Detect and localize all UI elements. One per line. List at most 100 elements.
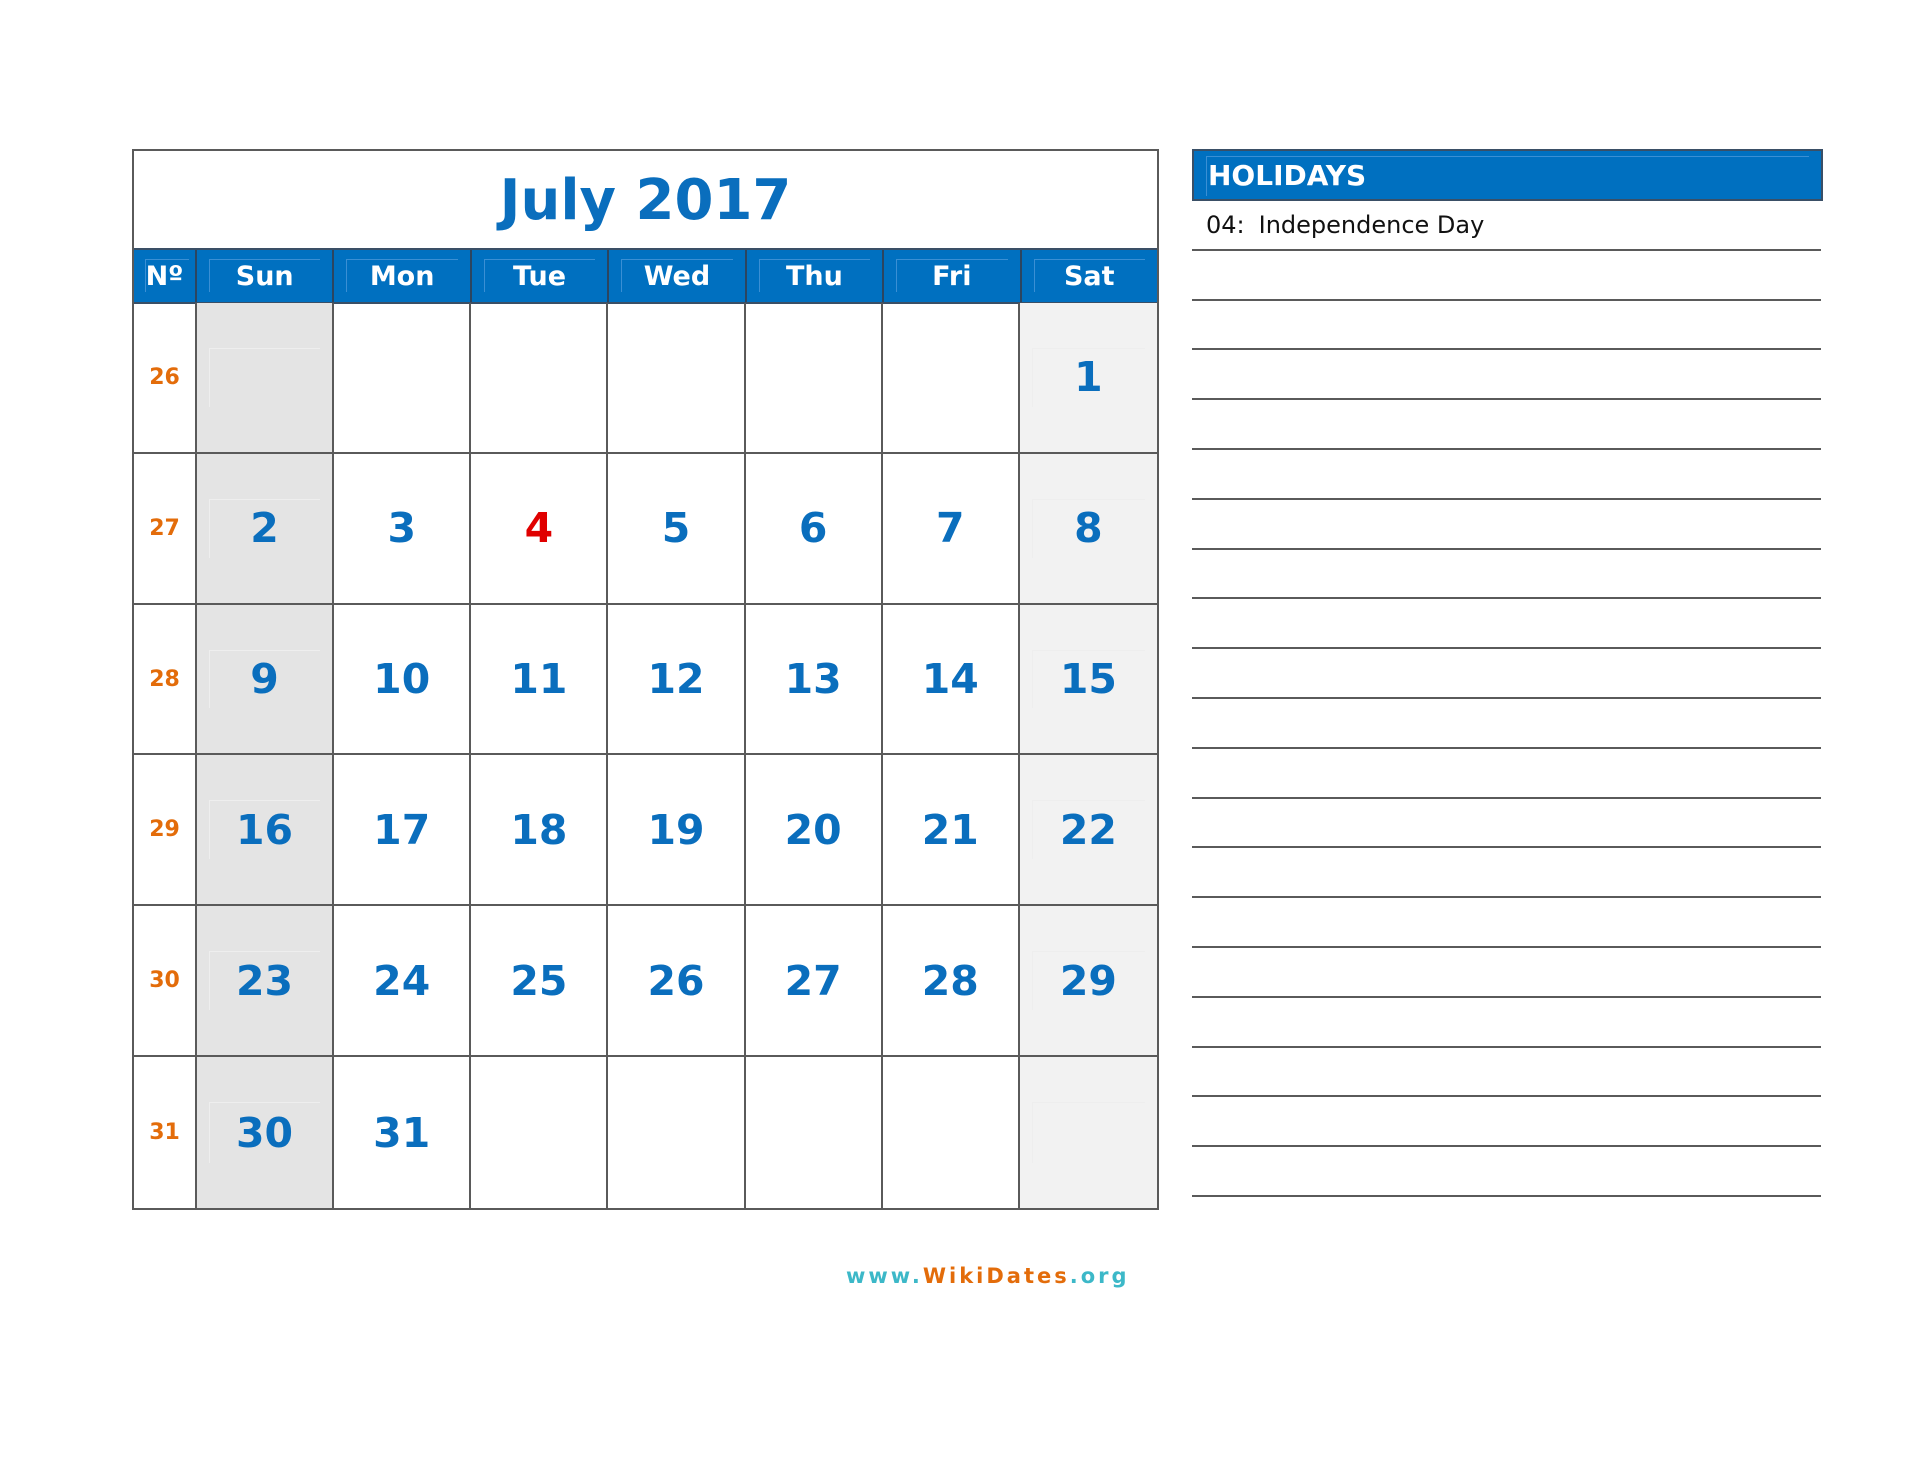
day-number: 9 [250, 655, 279, 704]
day-cell[interactable]: 26 [608, 906, 746, 1058]
empty-day-cell [608, 1057, 746, 1208]
header-sat: Sat [1022, 250, 1157, 302]
blank-note-line [1192, 350, 1821, 401]
day-cell[interactable]: 10 [334, 604, 472, 756]
calendar-grid: 26 1 27 2 3 4 5 6 7 8 28 9 10 11 12 13 14 15 29 16 17 18 19 20 2… [134, 303, 1157, 1208]
day-number: 19 [647, 805, 705, 854]
week-number: 28 [149, 666, 180, 692]
day-cell[interactable]: 25 [471, 906, 609, 1058]
day-cell[interactable]: 1 [1019, 303, 1157, 454]
blank-note-line [1192, 550, 1821, 600]
header-tue: Tue [472, 250, 610, 302]
day-cell[interactable]: 13 [745, 604, 883, 756]
blank-note-line [1192, 450, 1821, 500]
day-number: 26 [647, 956, 705, 1005]
day-cell[interactable]: 7 [882, 453, 1020, 605]
week-number-cell: 31 [134, 1057, 197, 1208]
week-number: 27 [149, 515, 180, 541]
day-cell[interactable]: 3 [334, 453, 472, 605]
day-number: 14 [921, 655, 979, 704]
week-number-cell: 26 [134, 303, 197, 454]
blank-note-line [1192, 649, 1821, 699]
day-cell[interactable]: 16 [197, 755, 335, 907]
month-title: July 2017 [499, 167, 792, 233]
header-wed: Wed [609, 250, 747, 302]
day-number: 30 [236, 1108, 294, 1157]
footer-website[interactable]: www.WikiDates.org [846, 1264, 1130, 1288]
day-number: 22 [1059, 805, 1117, 854]
blank-note-line [1192, 500, 1821, 550]
weekday-label: Fri [932, 260, 972, 292]
week-number-cell: 27 [134, 453, 197, 605]
day-cell[interactable]: 2 [197, 453, 335, 605]
day-number: 29 [1059, 956, 1117, 1005]
blank-note-line [1192, 749, 1821, 799]
day-cell[interactable]: 24 [334, 906, 472, 1058]
week-number: 30 [149, 968, 180, 994]
month-calendar: July 2017 Nº Sun Mon Tue Wed Thu Fri Sat 26 1 27 2… [132, 149, 1159, 1210]
day-cell[interactable]: 17 [334, 755, 472, 907]
week-number-cell: 28 [134, 604, 197, 756]
week-number: 26 [149, 364, 180, 390]
day-number: 16 [236, 805, 294, 854]
day-number: 4 [524, 504, 554, 553]
day-cell[interactable]: 30 [197, 1057, 335, 1208]
header-thu: Thu [747, 250, 885, 302]
day-number: 7 [936, 504, 965, 553]
day-number: 23 [236, 956, 294, 1005]
day-cell[interactable]: 5 [608, 453, 746, 605]
blank-note-line [1192, 251, 1821, 301]
blank-note-line [1192, 799, 1821, 849]
empty-day-cell [334, 303, 472, 454]
holiday-date: 04: [1206, 210, 1245, 239]
day-cell[interactable]: 14 [882, 604, 1020, 756]
day-number: 24 [373, 956, 431, 1005]
day-number: 18 [510, 805, 568, 854]
day-number: 10 [373, 655, 431, 704]
day-cell[interactable]: 31 [334, 1057, 472, 1208]
day-number: 15 [1059, 655, 1117, 704]
header-week-number: Nº [134, 250, 197, 302]
header-sun: Sun [197, 250, 335, 302]
day-cell[interactable]: 22 [1019, 755, 1157, 907]
day-cell[interactable]: 15 [1019, 604, 1157, 756]
day-cell[interactable]: 28 [882, 906, 1020, 1058]
blank-note-line [1192, 301, 1821, 351]
day-cell[interactable]: 9 [197, 604, 335, 756]
day-cell[interactable]: 18 [471, 755, 609, 907]
day-cell[interactable]: 20 [745, 755, 883, 907]
week-number: 31 [149, 1120, 180, 1146]
day-number: 13 [784, 655, 842, 704]
empty-day-cell [883, 1057, 1020, 1208]
blank-note-line [1192, 898, 1821, 948]
empty-day-cell [745, 303, 883, 454]
blank-note-line [1192, 848, 1821, 899]
day-cell[interactable]: 29 [1019, 906, 1157, 1058]
day-cell[interactable]: 21 [882, 755, 1020, 907]
day-number: 21 [921, 805, 979, 854]
day-cell[interactable]: 12 [608, 604, 746, 756]
week-number: 29 [149, 817, 180, 843]
blank-note-line [1192, 699, 1821, 749]
day-cell[interactable]: 4 [471, 453, 609, 605]
blank-note-line [1192, 1048, 1821, 1098]
day-number: 28 [921, 956, 979, 1005]
blank-note-line [1192, 948, 1821, 998]
day-cell[interactable]: 6 [745, 453, 883, 605]
week-number-label: Nº [145, 260, 184, 292]
day-cell[interactable]: 11 [471, 604, 609, 756]
holidays-panel: HOLIDAYS 04: Independence Day [1192, 149, 1823, 1197]
empty-day-cell [746, 1057, 883, 1208]
weekday-label: Thu [785, 260, 843, 292]
day-cell[interactable]: 27 [745, 906, 883, 1058]
day-cell[interactable]: 23 [197, 906, 335, 1058]
week-number-cell: 29 [134, 755, 197, 907]
weekday-label: Tue [513, 260, 567, 292]
day-cell[interactable]: 19 [608, 755, 746, 907]
empty-day-cell [882, 303, 1020, 454]
holidays-title: HOLIDAYS [1208, 158, 1367, 192]
day-cell[interactable]: 8 [1019, 453, 1157, 605]
footer-brand: WikiDates [922, 1264, 1070, 1288]
blank-note-line [1192, 1147, 1821, 1197]
header-fri: Fri [884, 250, 1022, 302]
